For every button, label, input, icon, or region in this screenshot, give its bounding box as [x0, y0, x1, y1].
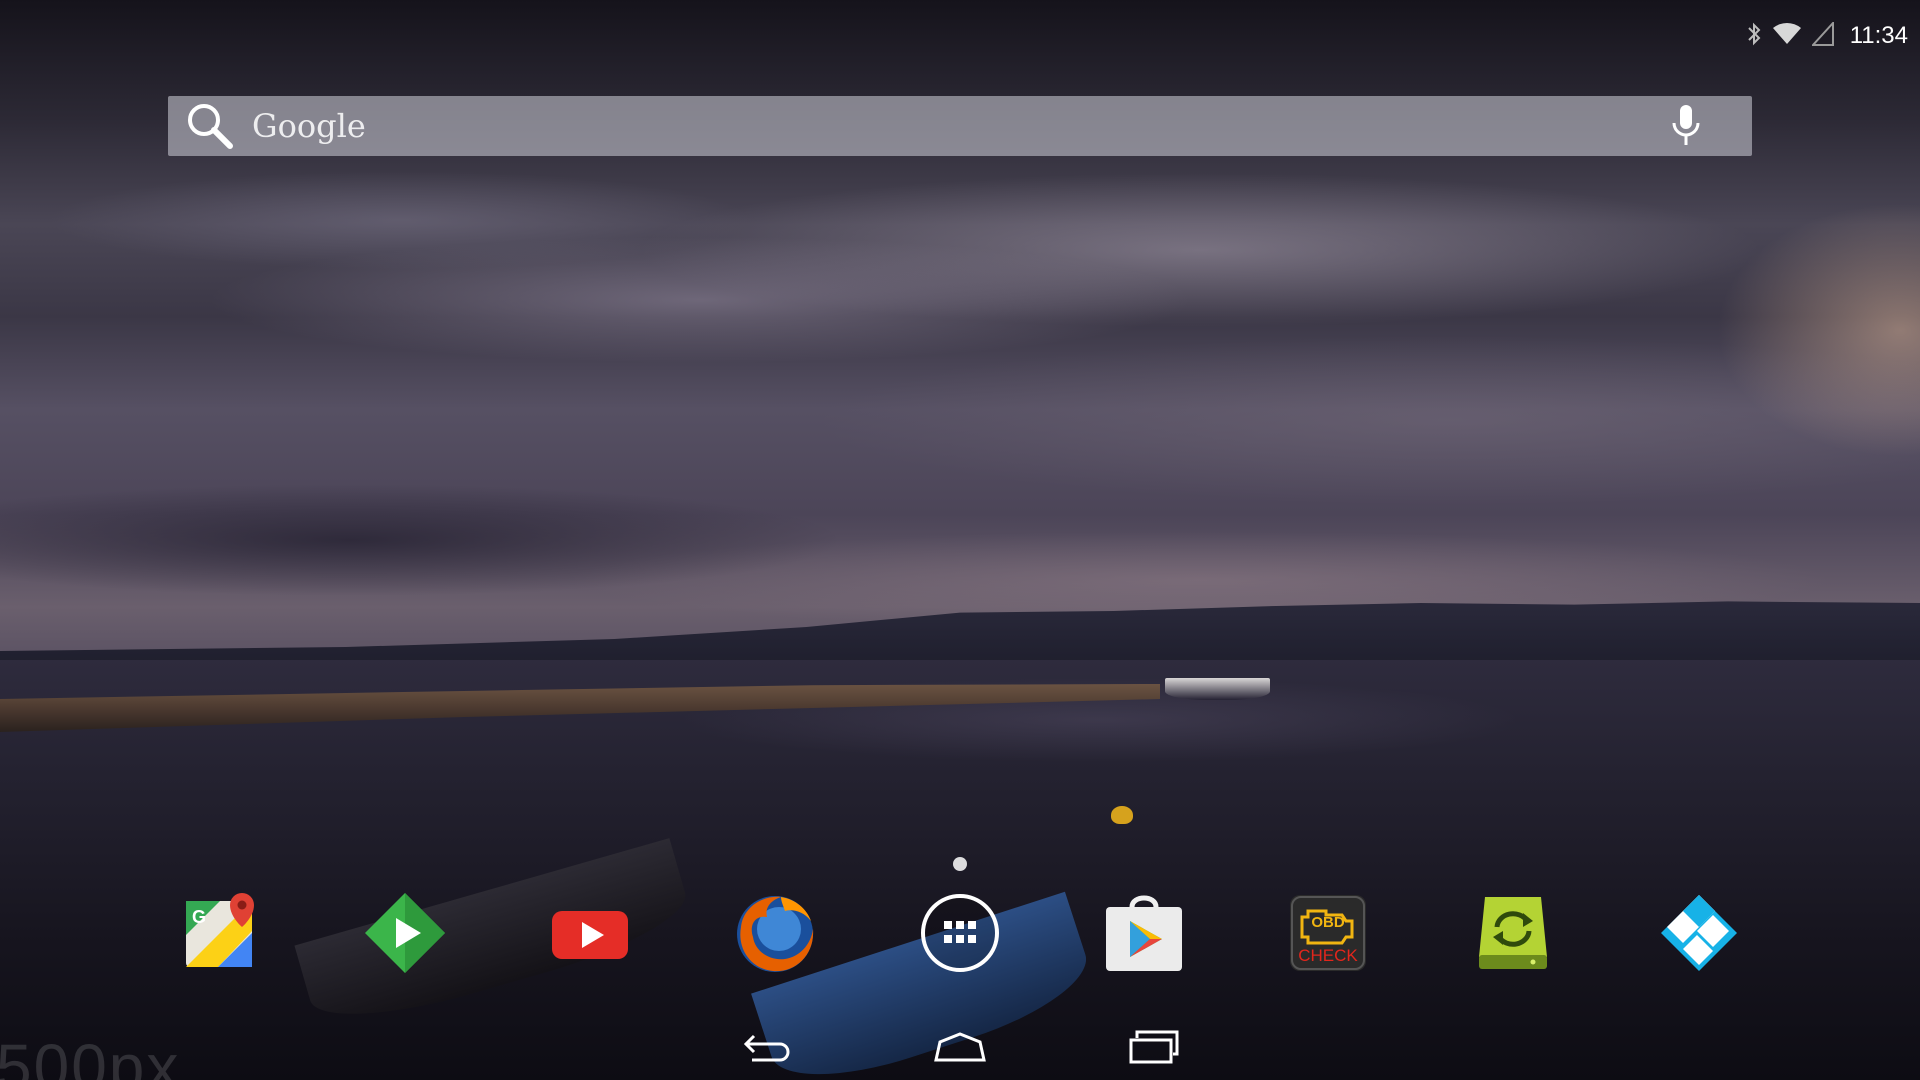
dock-app-obd-check[interactable]: OBD CHECK — [1283, 888, 1373, 978]
recents-button[interactable] — [1113, 1020, 1193, 1076]
page-indicator — [953, 857, 967, 871]
search-placeholder[interactable]: Google — [252, 107, 1666, 145]
obd-check-label: CHECK — [1298, 946, 1358, 965]
recents-icon — [1125, 1026, 1181, 1071]
microphone-icon[interactable] — [1666, 103, 1706, 149]
play-store-icon — [1102, 891, 1186, 975]
green-play-diamond-icon — [363, 891, 447, 975]
dock-app-firefox[interactable] — [730, 888, 820, 978]
cellular-signal-icon — [1810, 19, 1834, 51]
firefox-icon — [733, 891, 817, 975]
sync-drive-icon — [1471, 891, 1555, 975]
youtube-icon — [548, 891, 632, 975]
dock-app-play-store[interactable] — [1099, 888, 1189, 978]
dock-app-google-maps[interactable]: G — [177, 888, 267, 978]
back-button[interactable] — [728, 1020, 808, 1076]
obd-badge-text: OBD — [1311, 914, 1345, 931]
google-search-bar[interactable]: Google — [168, 96, 1752, 156]
home-button[interactable] — [920, 1020, 1000, 1076]
home-icon — [932, 1026, 988, 1071]
dock-app-green-play[interactable] — [360, 888, 450, 978]
status-clock: 11:34 — [1849, 22, 1908, 49]
dock-app-kodi[interactable] — [1654, 888, 1744, 978]
wallpaper-buoy — [1111, 806, 1133, 824]
back-icon — [740, 1026, 796, 1071]
status-bar: 11:34 — [1746, 18, 1920, 54]
google-maps-icon: G — [180, 891, 264, 975]
kodi-icon — [1657, 891, 1741, 975]
search-icon[interactable] — [182, 98, 238, 154]
wifi-icon — [1772, 22, 1802, 51]
dock-app-youtube[interactable] — [545, 888, 635, 978]
app-drawer-icon — [918, 891, 1002, 975]
app-drawer-button[interactable] — [915, 888, 1005, 978]
dock-app-sync-drive[interactable] — [1468, 888, 1558, 978]
app-dock: G OBD CHECK — [0, 888, 1920, 978]
navigation-bar — [0, 1020, 1920, 1080]
bluetooth-icon — [1746, 21, 1762, 52]
wallpaper-distant-boat — [1165, 678, 1270, 700]
svg-text:G: G — [192, 907, 206, 927]
obd-check-icon: OBD CHECK — [1286, 891, 1370, 975]
